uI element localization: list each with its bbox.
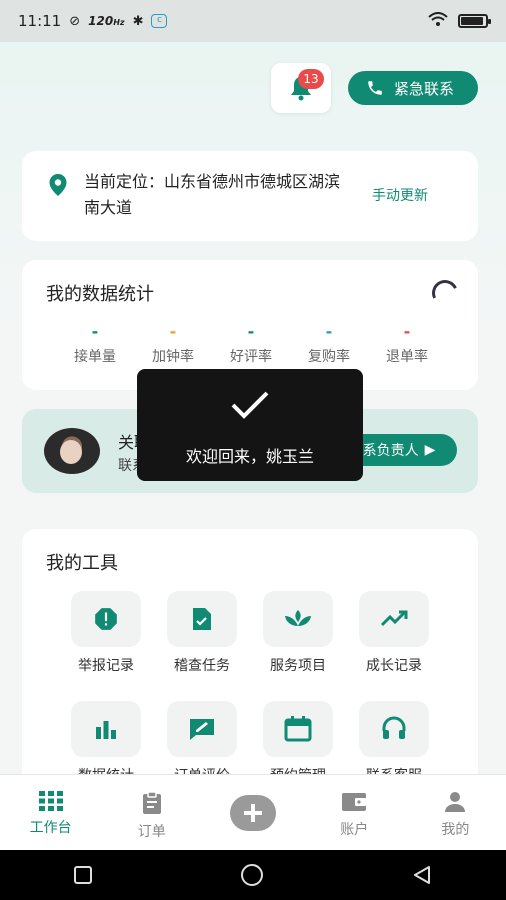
stat-item: - 复购率 [290, 322, 368, 366]
clock: 11:11 [18, 12, 62, 30]
tool-report-records[interactable]: 举报记录 [58, 591, 154, 675]
stat-label: 好评率 [230, 349, 272, 365]
stat-label: 退单率 [386, 349, 428, 365]
stat-label: 复购率 [308, 349, 350, 365]
tool-appointment-mgmt[interactable]: 预约管理 [250, 701, 346, 778]
no-alarm-icon: ⊘ [69, 13, 81, 29]
notification-badge: 13 [298, 69, 324, 89]
clipboard-icon [142, 791, 161, 814]
status-bar: 11:11 ⊘ 120Hz ✱ c [0, 0, 506, 42]
stat-value: - [91, 322, 99, 341]
tab-label: 我的 [441, 822, 470, 838]
tools-title: 我的工具 [46, 553, 118, 574]
tab-label: 账户 [340, 822, 369, 838]
trending-up-icon [380, 610, 408, 627]
grid-icon [38, 791, 63, 811]
location-pin-icon [49, 174, 67, 196]
bar-chart-icon [96, 721, 116, 739]
app-content: 13 紧急联系 当前定位：山东省德州市德城区湖滨南大道 手动更新 我的数据统计 … [0, 42, 506, 778]
phone-icon [368, 81, 382, 95]
avatar [44, 428, 100, 474]
recent-apps-icon[interactable] [73, 865, 93, 885]
current-location-text: 当前定位：山东省德州市德城区湖滨南大道 [84, 172, 341, 217]
alert-octagon-icon [95, 608, 117, 630]
bluetooth-icon: ✱ [132, 13, 144, 29]
tab-mine[interactable]: 我的 [405, 775, 506, 850]
stat-value: - [403, 322, 411, 341]
toast-message: 欢迎回来，姚玉兰 [185, 447, 314, 466]
stat-item: - 退单率 [368, 322, 446, 366]
stat-item: - 接单量 [56, 322, 134, 366]
tab-orders[interactable]: 订单 [101, 775, 202, 850]
tools-grid: 举报记录 稽查任务 服务项目 成长记录 数据统计 订单评价 预约管理 联系客服 [58, 591, 442, 778]
tool-inspection-tasks[interactable]: 稽查任务 [154, 591, 250, 675]
headset-icon [382, 716, 406, 739]
back-icon[interactable] [411, 864, 433, 886]
bottom-tab-bar: 工作台 订单 账户 我的 [0, 774, 506, 850]
calendar-icon [284, 716, 312, 742]
tool-order-reviews[interactable]: 订单评价 [154, 701, 250, 778]
stat-value: - [169, 322, 177, 341]
stat-item: - 好评率 [212, 322, 290, 366]
tool-label: 成长记录 [366, 658, 422, 674]
manual-refresh-link[interactable]: 手动更新 [372, 185, 428, 205]
cloud-app-icon: c [151, 14, 168, 28]
stats-row: - 接单量 - 加钟率 - 好评率 - 复购率 - 退单率 [56, 322, 446, 366]
tab-account[interactable]: 账户 [304, 775, 405, 850]
tool-customer-service[interactable]: 联系客服 [346, 701, 442, 778]
tab-label: 工作台 [29, 820, 72, 836]
lotus-icon [285, 610, 311, 626]
file-check-icon [193, 608, 211, 630]
welcome-toast: 欢迎回来，姚玉兰 [137, 369, 363, 481]
tool-label: 举报记录 [78, 658, 134, 674]
person-icon [445, 792, 466, 812]
stats-title: 我的数据统计 [46, 284, 154, 305]
home-icon[interactable] [240, 863, 264, 887]
tool-label: 服务项目 [270, 658, 326, 674]
emergency-label: 紧急联系 [394, 79, 455, 98]
system-nav-bar [0, 850, 506, 900]
stat-value: - [325, 322, 333, 341]
tab-add[interactable] [202, 775, 303, 850]
review-edit-icon [190, 719, 214, 740]
stat-item: - 加钟率 [134, 322, 212, 366]
tool-growth-records[interactable]: 成长记录 [346, 591, 442, 675]
wallet-icon [342, 793, 367, 811]
location-card: 当前定位：山东省德州市德城区湖滨南大道 手动更新 [22, 151, 478, 241]
my-tools-card: 我的工具 举报记录 稽查任务 服务项目 成长记录 数据统计 订单评价 预约管理 … [22, 529, 478, 778]
stat-label: 加钟率 [152, 349, 194, 365]
loading-spinner-icon [428, 276, 462, 310]
tool-label: 稽查任务 [174, 658, 230, 674]
net-speed: 120 [88, 14, 114, 28]
battery-icon [458, 14, 491, 28]
plus-icon [230, 795, 276, 831]
tab-workbench[interactable]: 工作台 [0, 775, 101, 850]
stat-label: 接单量 [74, 349, 116, 365]
tool-data-stats[interactable]: 数据统计 [58, 701, 154, 778]
tab-label: 订单 [137, 824, 166, 840]
tool-service-items[interactable]: 服务项目 [250, 591, 346, 675]
play-arrow-icon: ▶ [424, 442, 436, 458]
wifi-icon [428, 12, 448, 30]
stat-value: - [247, 322, 255, 341]
emergency-contact-button[interactable]: 紧急联系 [348, 71, 478, 105]
check-icon [231, 391, 269, 419]
net-unit: Hz [113, 18, 125, 27]
